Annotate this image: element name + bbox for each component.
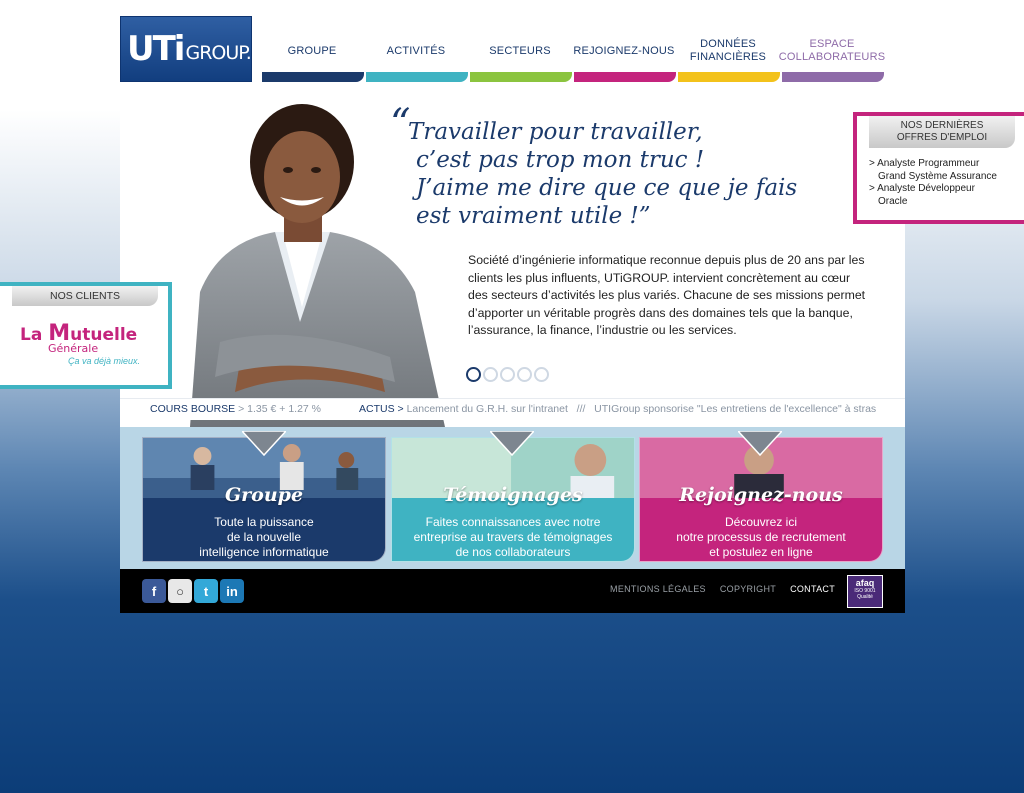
clients-panel: NOS CLIENTS La Mutuelle Générale Ça va d… (0, 282, 172, 389)
card-title: Rejoignez-nous (679, 484, 843, 506)
job-offer-item[interactable]: > Analyste Développeur Oracle (869, 183, 997, 208)
feature-cards: Groupe Toute la puissance de la nouvelle… (120, 427, 905, 569)
stock-label: COURS BOURSE (150, 403, 236, 415)
nav-color-bar (262, 72, 364, 82)
utigroup-logo[interactable]: UTi GROUP. (120, 16, 252, 82)
nav-label: REJOIGNEZ-NOUS (573, 44, 675, 57)
quote-line: J’aime me dire que ce que je fais (416, 175, 798, 201)
copyright-link[interactable]: COPYRIGHT (720, 584, 776, 594)
card-arrow-icon (738, 431, 782, 457)
nav-rejoignez-nous[interactable]: REJOIGNEZ-NOUS (572, 32, 676, 82)
nav-label: ACTIVITÉS (386, 44, 446, 57)
card-text: Toute la puissance de la nouvelle intell… (199, 515, 329, 559)
card-arrow-icon (242, 431, 286, 457)
nav-label: SECTEURS (489, 44, 551, 57)
footer-links: MENTIONS LÉGALES COPYRIGHT CONTACT (610, 584, 835, 594)
quote-line: Travailler pour travailler, (408, 119, 703, 145)
main-nav: GROUPE ACTIVITÉS SECTEURS REJOIGNEZ-NOUS… (260, 32, 885, 82)
news-text: Lancement du G.R.H. sur l'intranet /// U… (406, 403, 877, 415)
card-text: Découvrez ici notre processus de recrute… (676, 515, 846, 559)
card-text: Faites connaissances avec notre entrepri… (413, 515, 613, 559)
job-offers-tab: NOS DERNIÈRES OFFRES D'EMPLOI (869, 116, 1015, 148)
job-offers-panel: NOS DERNIÈRES OFFRES D'EMPLOI > Analyste… (853, 112, 1024, 224)
job-offers-list: > Analyste Programmeur Grand Système Assu… (869, 158, 997, 208)
news-items[interactable]: ACTUS > Lancement du G.R.H. sur l'intran… (359, 403, 876, 415)
quote-line: est vraiment utile !” (416, 203, 651, 229)
nav-groupe[interactable]: GROUPE (260, 32, 364, 82)
nav-secteurs[interactable]: SECTEURS (468, 32, 572, 82)
nav-color-bar (678, 72, 780, 82)
linkedin-icon[interactable]: in (220, 579, 244, 603)
nav-color-bar (782, 72, 884, 82)
footer: f ○ t in MENTIONS LÉGALES COPYRIGHT CONT… (120, 569, 905, 613)
logo-group-text: GROUP. (185, 42, 251, 64)
slider-dot-1[interactable] (466, 367, 481, 382)
slider-pagination (466, 367, 549, 382)
hero-description: Société d’ingénierie informatique reconn… (468, 253, 866, 337)
quote-mark: “ (390, 101, 411, 147)
clients-tab: NOS CLIENTS (12, 286, 158, 306)
stock-value: 1.35 € + 1.27 % (247, 403, 322, 415)
blog-icon[interactable]: ○ (168, 579, 192, 603)
nav-label: DONNÉES FINANCIÈRES (689, 38, 767, 63)
twitter-icon[interactable]: t (194, 579, 218, 603)
stock-ticker[interactable]: COURS BOURSE > 1.35 € + 1.27 % (150, 403, 321, 415)
news-label: ACTUS (359, 403, 395, 415)
nav-donnees-financieres[interactable]: DONNÉES FINANCIÈRES (676, 32, 780, 82)
nav-label: ESPACE COLLABORATEURS (778, 38, 886, 63)
job-offer-item[interactable]: > Analyste Programmeur Grand Système Assu… (869, 158, 997, 183)
mentions-legales-link[interactable]: MENTIONS LÉGALES (610, 584, 706, 594)
nav-color-bar (366, 72, 468, 82)
facebook-icon[interactable]: f (142, 579, 166, 603)
afaq-iso-badge: afaq ISO 9001 Qualité (847, 575, 883, 608)
hero-quote: “ Travailler pour travailler, c’est pas … (390, 104, 828, 230)
nav-label: GROUPE (287, 44, 337, 57)
card-title: Témoignages (443, 484, 583, 506)
nav-activites[interactable]: ACTIVITÉS (364, 32, 468, 82)
header: UTi GROUP. GROUPE ACTIVITÉS SECTEURS REJ… (120, 16, 905, 82)
slider-dot-5[interactable] (534, 367, 549, 382)
contact-link[interactable]: CONTACT (790, 584, 835, 594)
logo-uti-text: UTi (127, 29, 185, 69)
slider-dot-4[interactable] (517, 367, 532, 382)
card-title: Groupe (224, 484, 304, 506)
nav-color-bar (574, 72, 676, 82)
card-arrow-icon (490, 431, 534, 457)
hero-banner: “ Travailler pour travailler, c’est pas … (120, 92, 905, 427)
nav-espace-collaborateurs[interactable]: ESPACE COLLABORATEURS (778, 32, 886, 82)
mutuelle-generale-logo[interactable]: La Mutuelle Générale Ça va déjà mieux. (20, 321, 155, 366)
quote-line: c’est pas trop mon truc ! (416, 147, 705, 173)
slider-dot-2[interactable] (483, 367, 498, 382)
news-ticker: COURS BOURSE > 1.35 € + 1.27 % ACTUS > L… (120, 398, 905, 420)
social-links: f ○ t in (142, 579, 244, 603)
nav-color-bar (470, 72, 572, 82)
slider-dot-3[interactable] (500, 367, 515, 382)
